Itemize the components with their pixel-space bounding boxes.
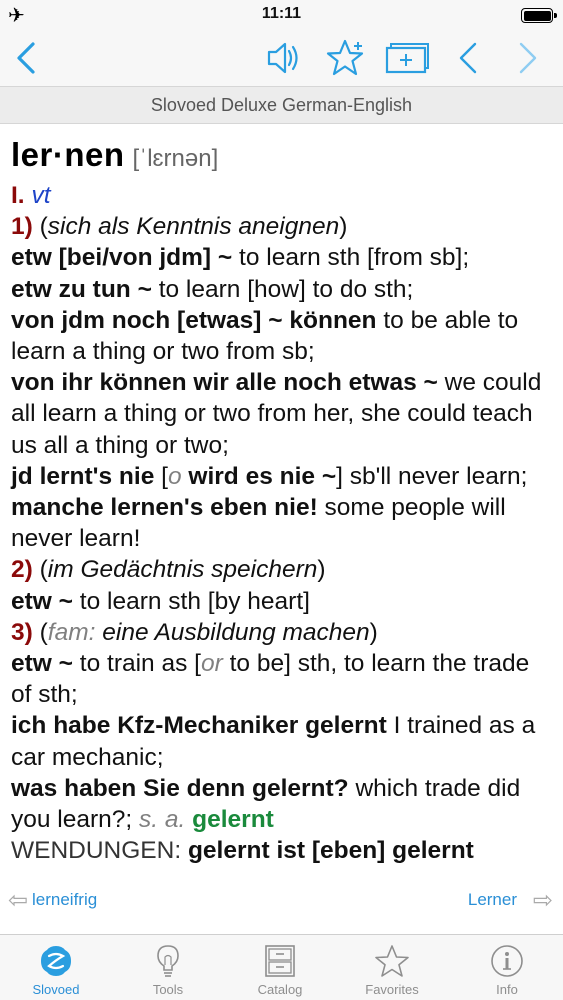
example: von ihr können wir alle noch etwas ~ we …: [11, 369, 542, 459]
example: ich habe Kfz-Mechaniker gelernt I traine…: [11, 712, 536, 771]
next-word-link[interactable]: Lerner: [468, 890, 517, 910]
sense-3: 3) (fam: eine Ausbildung machen): [11, 618, 378, 646]
info-icon: [491, 945, 523, 977]
example: etw zu tun ~ to learn [how] to do sth;: [11, 275, 414, 303]
previous-entry-button[interactable]: [452, 36, 484, 80]
tab-bar: Slovoed Tools Catalog Favorites Info: [0, 934, 563, 1000]
back-chevron-icon: [17, 42, 35, 74]
neighbor-words: ⇦ lerneifrig Lerner ⇨: [0, 886, 563, 914]
example: etw [bei/von jdm] ~ to learn sth [from s…: [11, 244, 470, 272]
sense-number: 3): [11, 618, 33, 646]
dictionary-entry[interactable]: ler·nen [ˈlɛrnən] I. vt 1) (sich als Ken…: [0, 124, 563, 934]
transcription: [ˈlɛrnən]: [132, 145, 219, 172]
tab-info[interactable]: Info: [451, 935, 563, 1000]
status-bar: ✈ 11:11: [0, 0, 563, 30]
tab-label: Catalog: [257, 982, 303, 997]
example: etw ~ to train as [or to be] sth, to lea…: [11, 650, 530, 709]
headword: ler·nen: [11, 136, 125, 173]
sense-gloss: eine Ausbildung machen: [102, 618, 370, 646]
speaker-icon: [267, 42, 298, 74]
sense-number: 2): [11, 556, 33, 584]
cross-reference-link[interactable]: gelernt: [192, 806, 274, 833]
star-icon: [375, 945, 409, 977]
idioms-label: WENDUNGEN:: [11, 837, 182, 865]
see-also-label: s. a.: [139, 806, 186, 834]
example: manche lernen's eben nie! some people wi…: [11, 494, 506, 553]
next-chevron-icon: [519, 42, 537, 74]
usage-label: fam:: [47, 618, 96, 646]
sense-gloss: im Gedächtnis speichern: [47, 556, 318, 584]
star-add-icon: [326, 39, 364, 76]
example: was haben Sie denn gelernt? which trade …: [11, 774, 521, 834]
sense-gloss: sich als Kenntnis aneignen: [47, 213, 340, 241]
grammar-line: I. vt: [11, 180, 553, 211]
nav-toolbar: [0, 30, 563, 86]
add-card-icon: [385, 43, 429, 74]
add-card-button[interactable]: [383, 36, 431, 80]
battery-icon: [521, 8, 557, 23]
status-time: 11:11: [261, 5, 302, 22]
lightbulb-icon: [157, 945, 179, 977]
example: etw ~ to learn sth [by heart]: [11, 587, 310, 615]
sense-2: 2) (im Gedächtnis speichern): [11, 556, 326, 584]
prev-chevron-icon: [459, 42, 477, 74]
sense-number: 1): [11, 213, 33, 241]
tab-label: Info: [496, 982, 518, 997]
tab-slovoed[interactable]: Slovoed: [0, 935, 112, 1000]
dictionary-title: Slovoed Deluxe German-English: [0, 86, 563, 124]
roman-numeral: I.: [11, 182, 25, 209]
next-entry-button[interactable]: [512, 36, 544, 80]
cabinet-icon: [265, 945, 295, 977]
previous-word-arrow-icon[interactable]: ⇦: [8, 886, 28, 915]
back-button[interactable]: [8, 36, 44, 80]
example: von jdm noch [etwas] ~ können to be able…: [11, 306, 519, 366]
tab-favorites[interactable]: Favorites: [336, 935, 448, 1000]
sense-1: 1) (sich als Kenntnis aneignen): [11, 213, 348, 241]
add-to-favorites-button[interactable]: [324, 36, 368, 80]
tab-catalog[interactable]: Catalog: [224, 935, 336, 1000]
tab-label: Tools: [152, 982, 184, 997]
tab-label: Slovoed: [32, 982, 80, 997]
pronounce-button[interactable]: [262, 36, 306, 80]
slovoed-logo-icon: [41, 946, 71, 976]
example: jd lernt's nie [o wird es nie ~] sb'll n…: [11, 462, 528, 490]
part-of-speech: vt: [31, 182, 51, 209]
tab-tools[interactable]: Tools: [112, 935, 224, 1000]
next-word-arrow-icon[interactable]: ⇨: [533, 886, 553, 915]
entry-headline: ler·nen [ˈlɛrnən]: [11, 136, 553, 180]
previous-word-link[interactable]: lerneifrig: [32, 890, 97, 910]
tab-label: Favorites: [365, 982, 419, 997]
idioms: WENDUNGEN: gelernt ist [eben] gelernt: [11, 837, 474, 865]
